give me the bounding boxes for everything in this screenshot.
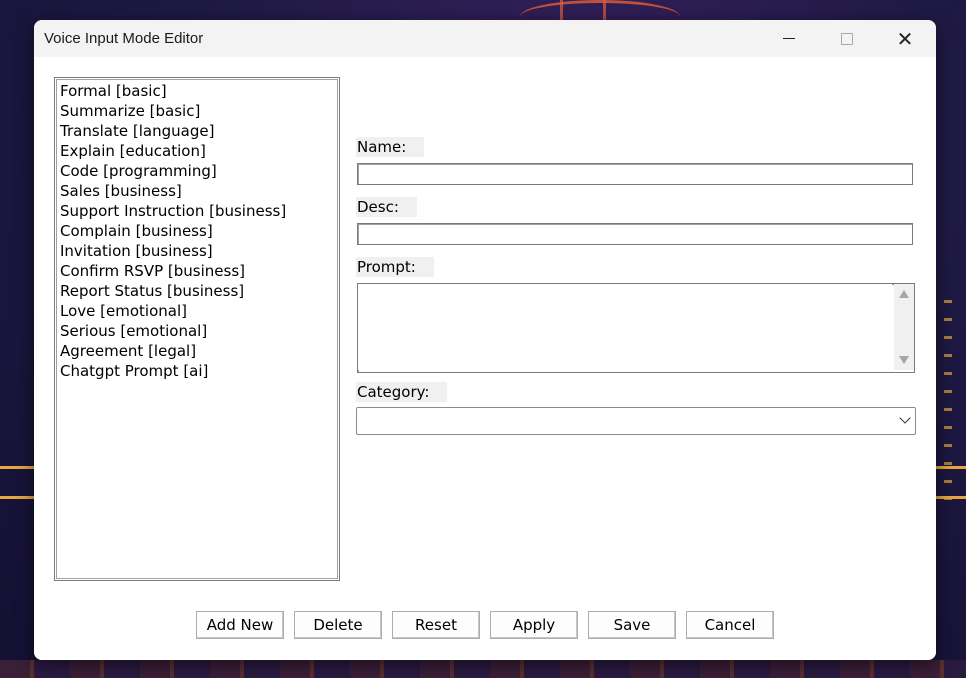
add-new-button[interactable]: Add New [196,611,284,639]
close-icon: ✕ [896,26,914,51]
prompt-label: Prompt: [356,257,434,277]
delete-button[interactable]: Delete [294,611,382,639]
maximize-button[interactable] [818,20,876,57]
scroll-down-arrow-icon[interactable] [899,356,909,364]
desc-input[interactable] [357,223,913,245]
title-bar[interactable]: Voice Input Mode Editor ✕ [34,20,936,57]
close-button[interactable]: ✕ [876,20,934,57]
cancel-button[interactable]: Cancel [686,611,774,639]
desktop-wallpaper-line [0,466,34,469]
mode-list-item[interactable]: Invitation [business] [55,241,339,261]
minimize-button[interactable] [760,20,818,57]
mode-list-item[interactable]: Love [emotional] [55,301,339,321]
editor-content: Formal [basic] Summarize [basic] Translate… [34,57,936,660]
maximize-icon [841,32,853,45]
desktop-wallpaper-line [0,496,34,499]
prompt-textarea-container [357,283,915,373]
prompt-scrollbar[interactable] [894,284,914,370]
mode-list-item[interactable]: Support Instruction [business] [55,201,339,221]
scroll-up-arrow-icon[interactable] [899,290,909,298]
window-title: Voice Input Mode Editor [44,30,204,47]
category-dropdown[interactable] [356,407,916,435]
mode-list-item[interactable]: Code [programming] [55,161,339,181]
mode-list-item[interactable]: Sales [business] [55,181,339,201]
minimize-icon [783,38,795,39]
mode-list-item[interactable]: Translate [language] [55,121,339,141]
category-label: Category: [356,382,448,402]
modes-listbox[interactable]: Formal [basic] Summarize [basic] Translate… [54,77,340,581]
mode-list-item[interactable]: Agreement [legal] [55,341,339,361]
mode-list-item[interactable]: Summarize [basic] [55,101,339,121]
desc-label: Desc: [356,197,417,217]
modes-list: Formal [basic] Summarize [basic] Translate… [55,78,339,381]
save-button[interactable]: Save [588,611,676,639]
name-input[interactable] [357,163,913,185]
mode-list-item[interactable]: Chatgpt Prompt [ai] [55,361,339,381]
voice-input-mode-editor-window: Voice Input Mode Editor ✕ Formal [basic]… [34,20,936,660]
chevron-down-icon [899,412,911,424]
mode-list-item[interactable]: Report Status [business] [55,281,339,301]
name-label: Name: [356,137,425,157]
prompt-textarea[interactable] [358,284,892,370]
desktop-wallpaper-bottom [0,660,966,678]
mode-list-item[interactable]: Formal [basic] [55,81,339,101]
desktop-wallpaper-dots [944,300,952,500]
mode-list-item[interactable]: Explain [education] [55,141,339,161]
mode-list-item[interactable]: Serious [emotional] [55,321,339,341]
mode-list-item[interactable]: Complain [business] [55,221,339,241]
reset-button[interactable]: Reset [392,611,480,639]
mode-list-item[interactable]: Confirm RSVP [business] [55,261,339,281]
apply-button[interactable]: Apply [490,611,578,639]
